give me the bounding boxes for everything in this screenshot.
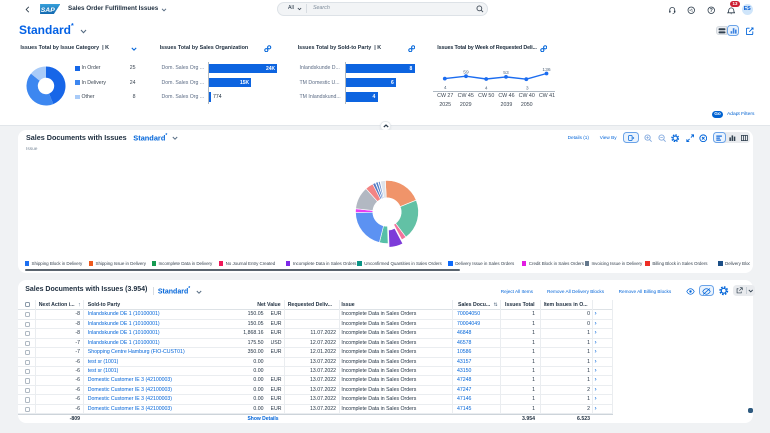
- svg-text:53: 53: [503, 70, 509, 76]
- svg-text:SAP: SAP: [40, 7, 54, 14]
- svg-text:136: 136: [542, 67, 550, 73]
- svg-text:?: ?: [710, 8, 713, 14]
- svg-text:59: 59: [463, 69, 469, 75]
